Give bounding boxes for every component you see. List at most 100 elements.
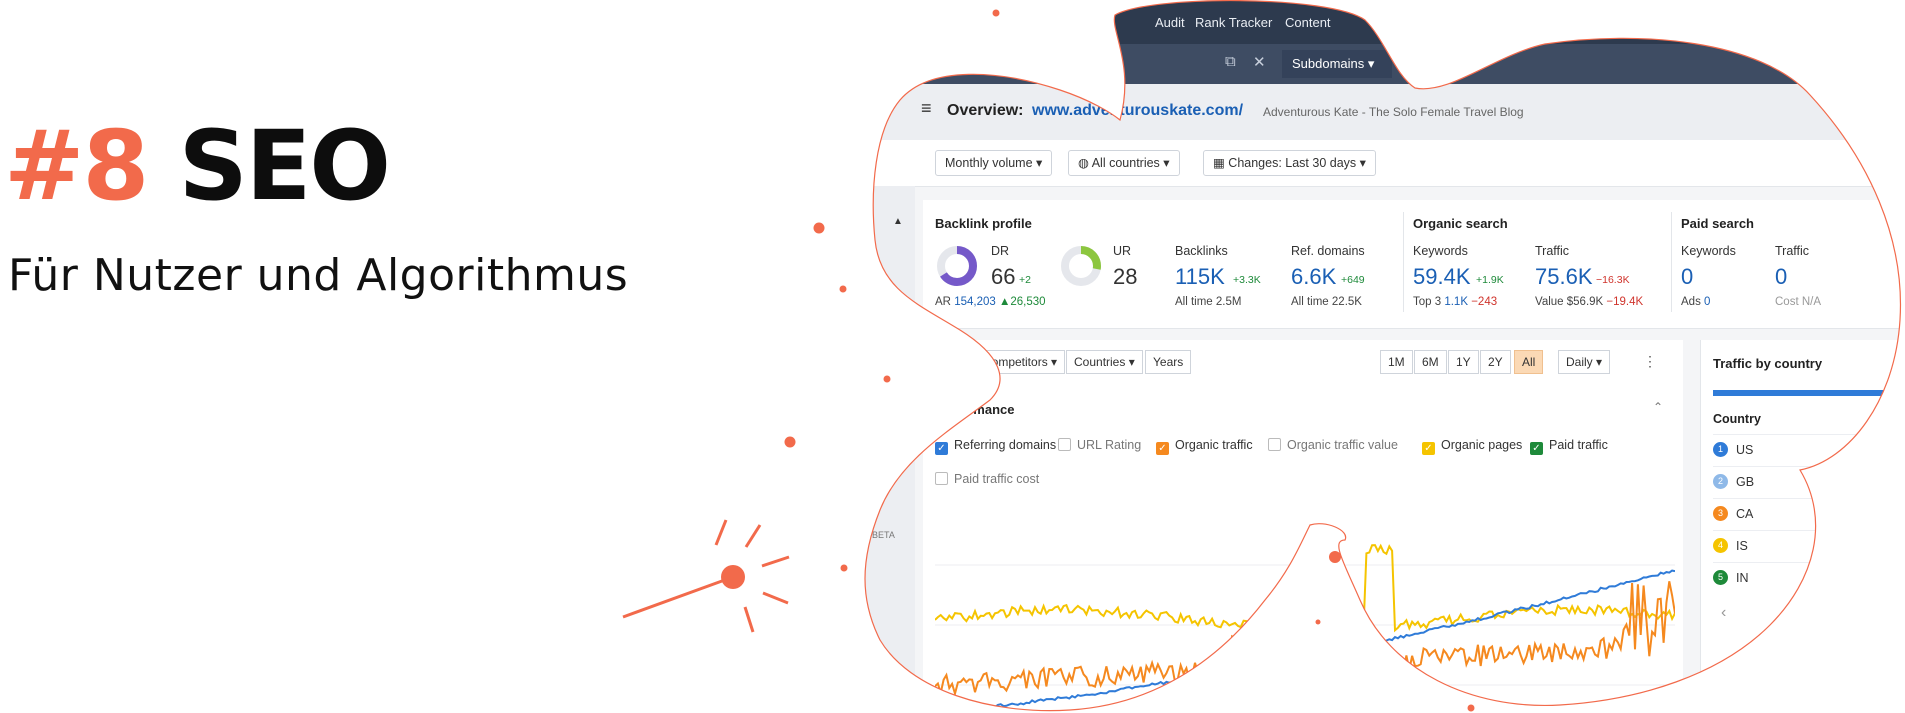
ref-domains-alltime: All time 22.5K [1291, 296, 1362, 308]
backlinks-label: Backlinks [1175, 244, 1228, 258]
decor-dot [840, 564, 848, 572]
country-row[interactable]: 1 US [1713, 434, 1903, 465]
ads-label: Ads [1681, 296, 1701, 308]
tab-countries[interactable]: Countries ▾ [1066, 350, 1143, 374]
check-paid-traffic-label: Paid traffic [1549, 438, 1608, 452]
interval-dropdown[interactable]: Daily ▾ [1558, 350, 1610, 374]
check-organic-traffic-value[interactable]: Organic traffic value [1268, 438, 1398, 452]
paid-traffic-value[interactable]: 0 [1775, 264, 1787, 290]
changes-dropdown[interactable]: ▦ Changes: Last 30 days ▾ [1203, 150, 1376, 176]
url-bar: kate.com/ ⧉ ✕ Subdomains ▾ [855, 44, 1905, 84]
check-referring-domains[interactable]: ✓ Referring domains [935, 438, 1056, 455]
performance-title: Performance [935, 402, 1015, 417]
ar-label: AR [935, 296, 951, 308]
cost-line: Cost N/A [1775, 296, 1821, 308]
referring-domains-line [935, 571, 1675, 711]
backlink-profile-title: Backlink profile [935, 216, 1032, 231]
hamburger-menu-icon[interactable]: ≡ [921, 98, 932, 119]
ar-value: 154,203 [954, 296, 996, 308]
check-organic-traffic-label: Organic traffic [1175, 438, 1253, 452]
top3-value: 1.1K [1444, 296, 1469, 308]
tab-years[interactable]: Years [1145, 350, 1191, 374]
range-2y[interactable]: 2Y [1480, 350, 1511, 374]
headline: #8 SEO [4, 118, 391, 214]
organic-keywords-delta: +1.9K [1476, 274, 1504, 286]
check-organic-pages[interactable]: ✓ Organic pages [1422, 438, 1522, 455]
country-row[interactable]: 5 IN [1713, 562, 1903, 593]
checkbox-checked-icon: ✓ [935, 442, 948, 455]
traffic-by-country-title: Traffic by country [1713, 356, 1823, 371]
decor-dot [992, 9, 1000, 17]
cost-value: N/A [1801, 296, 1822, 308]
close-icon[interactable]: ✕ [1253, 53, 1266, 71]
country-row[interactable]: 4 IS [1713, 530, 1903, 561]
subdomains-dropdown[interactable]: Subdomains ▾ [1282, 50, 1392, 78]
ref-domains-label: Ref. domains [1291, 244, 1365, 258]
subdomains-label: Subdomains [1292, 56, 1365, 71]
tab-metrics[interactable]: Metrics [903, 350, 975, 374]
spark-icon [622, 519, 790, 633]
url-input[interactable]: kate.com/ [960, 55, 1016, 70]
backlinks-alltime: All time 2.5M [1175, 296, 1241, 308]
check-url-rating[interactable]: URL Rating [1058, 438, 1141, 452]
countries-label: All countries [1091, 156, 1160, 170]
headline-word: SEO [178, 110, 391, 222]
check-paid-traffic[interactable]: ✓ Paid traffic [1530, 438, 1608, 455]
metrics-panel: Backlink profile DR 66 +2 AR 154,203 ▲26… [923, 200, 1905, 329]
nav-item-rank-tracker[interactable]: Rank Tracker [1195, 15, 1272, 30]
checkbox-empty-icon [1058, 438, 1071, 451]
decor-dot [1467, 704, 1475, 712]
nav-item-content[interactable]: Content [1285, 15, 1331, 30]
changes-label: Changes: Last 30 days [1228, 156, 1357, 170]
top3-line: Top 3 1.1K −243 [1413, 296, 1497, 308]
country-row[interactable]: 2 GB [1713, 466, 1903, 497]
ur-value: 28 [1113, 264, 1138, 289]
more-options-icon[interactable]: ⋮ [1643, 353, 1657, 370]
country-code: CA [1736, 507, 1754, 521]
ref-domains-value[interactable]: 6.6K [1291, 264, 1336, 290]
decor-dot [1329, 551, 1341, 563]
range-1y[interactable]: 1Y [1448, 350, 1479, 374]
traffic-value-label: Value [1535, 296, 1564, 308]
country-code: IS [1736, 539, 1748, 553]
range-all[interactable]: All [1514, 350, 1543, 374]
ar-line: AR 154,203 ▲26,530 [935, 296, 1046, 308]
overview-url[interactable]: www.adventurouskate.com/ [1032, 102, 1243, 120]
chevron-left-icon[interactable]: ‹ [1721, 604, 1726, 622]
organic-keywords-value[interactable]: 59.4K [1413, 264, 1471, 290]
range-1m[interactable]: 1M [1380, 350, 1413, 374]
check-organic-pages-label: Organic pages [1441, 438, 1523, 452]
collapse-arrow-icon[interactable]: ▲ [893, 216, 903, 227]
left-rail: ▲ BETA [855, 186, 915, 713]
filter-bar: Monthly volume ▾ ◍ All countries ▾ ▦ Cha… [855, 140, 1905, 187]
countries-dropdown[interactable]: ◍ All countries ▾ [1068, 150, 1180, 176]
nav-item-audit[interactable]: Audit [1155, 15, 1185, 30]
ahrefs-site-explorer: Audit Rank Tracker Content kate.com/ ⧉ ✕… [855, 0, 1905, 713]
dr-gauge [935, 244, 979, 288]
decor-dot [883, 375, 891, 383]
check-paid-traffic-cost[interactable]: Paid traffic cost [935, 472, 1039, 486]
rank-badge: 4 [1713, 538, 1728, 553]
range-6m[interactable]: 6M [1414, 350, 1447, 374]
backlinks-alltime-value: 2.5M [1215, 296, 1242, 308]
paid-keywords-value[interactable]: 0 [1681, 264, 1693, 290]
rank-badge: 5 [1713, 570, 1728, 585]
monthly-volume-dropdown[interactable]: Monthly volume ▾ [935, 150, 1052, 176]
organic-traffic-value[interactable]: 75.6K [1535, 264, 1593, 290]
chevron-up-icon[interactable]: ⌃ [1653, 400, 1663, 414]
backlinks-alltime-label: All time [1175, 296, 1213, 308]
backlinks-value[interactable]: 115K [1175, 264, 1225, 290]
tab-competitors[interactable]: Competitors ▾ [975, 350, 1065, 374]
external-link-icon[interactable]: ⧉ [1225, 53, 1236, 70]
country-row[interactable]: 3 CA [1713, 498, 1903, 529]
globe-icon: ◍ [1078, 156, 1089, 170]
dr-label: DR [991, 244, 1010, 258]
check-organic-traffic[interactable]: ✓ Organic traffic [1156, 438, 1253, 455]
rank-badge: 1 [1713, 442, 1728, 457]
top3-delta: −243 [1471, 296, 1498, 308]
ur-gauge [1059, 244, 1103, 288]
dr-value: 66 [991, 264, 1016, 289]
paid-search-title: Paid search [1681, 216, 1754, 231]
ur-label: UR [1113, 244, 1132, 258]
decor-dot [784, 436, 796, 448]
